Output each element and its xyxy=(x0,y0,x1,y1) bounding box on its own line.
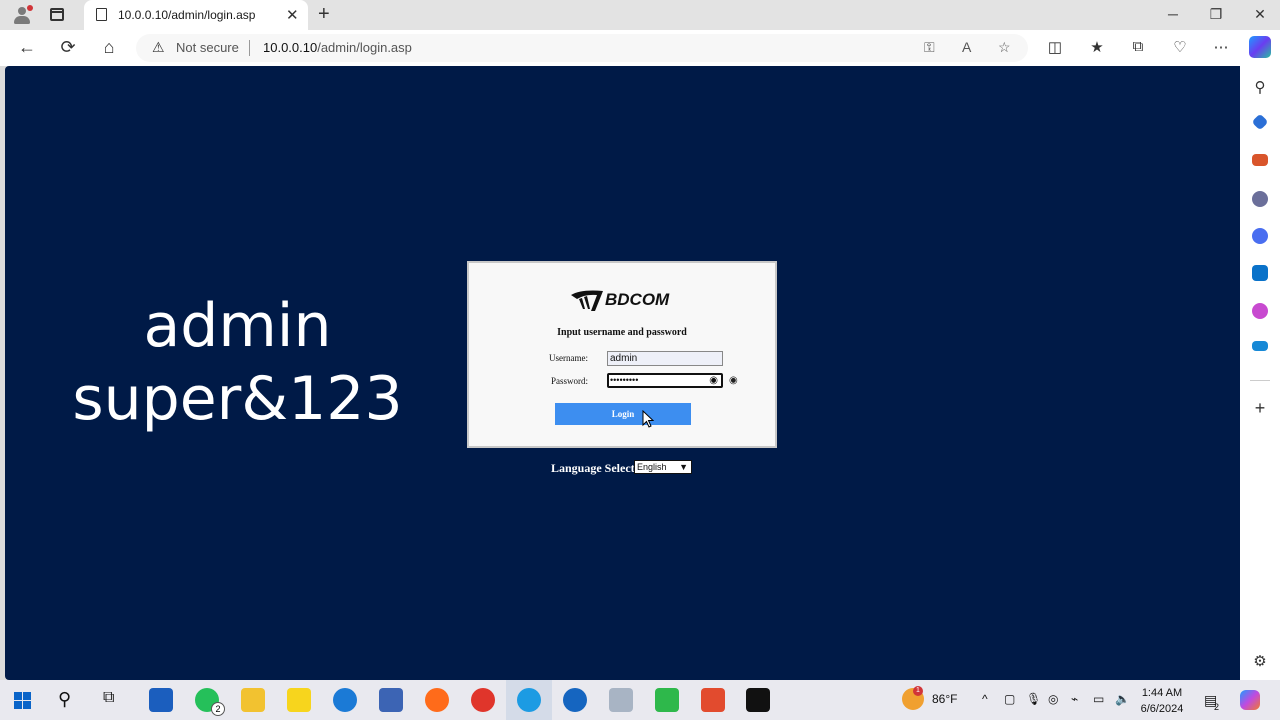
app-icon-blue[interactable] xyxy=(333,688,357,712)
reveal-password-icon[interactable]: ◉ xyxy=(709,375,718,386)
sticky-notes-icon[interactable] xyxy=(287,688,311,712)
password-field[interactable]: ••••••••• ◉ xyxy=(607,373,723,388)
word-icon[interactable] xyxy=(149,688,173,712)
collections-icon[interactable]: ⧉ xyxy=(1128,38,1148,55)
clock-time: 1:44 AM xyxy=(1141,687,1183,699)
tab-bar: 10.0.0.10/admin/login.asp ✕ + ─ ❐ ✕ xyxy=(0,0,1280,30)
copilot-icon[interactable] xyxy=(1249,36,1271,58)
app-icon-globe[interactable] xyxy=(563,688,587,712)
camtasia-icon[interactable] xyxy=(655,688,679,712)
taskbar: ⚲ ⧉ 2 1 86°F ^ ▢ 🎙 ◎ ⌁ ▭ 🔈 1:44 AM 6/6/2… xyxy=(0,680,1280,720)
battery-icon[interactable]: ▭ xyxy=(1093,692,1104,706)
app-icon-gray[interactable] xyxy=(609,688,633,712)
minimize-button[interactable]: ─ xyxy=(1163,6,1183,22)
search-icon[interactable]: ⚲ xyxy=(1250,78,1270,96)
back-button[interactable]: ← xyxy=(16,37,38,58)
security-label[interactable]: Not secure xyxy=(176,40,239,55)
language-label: Language Select: xyxy=(551,461,639,475)
refresh-button[interactable]: ⟳ xyxy=(57,37,79,58)
overlay-password: super&123 xyxy=(72,364,403,434)
tab-title: 10.0.0.10/admin/login.asp xyxy=(118,8,256,22)
clock[interactable]: 1:44 AM 6/6/2024 xyxy=(1134,685,1190,717)
app-icon-red[interactable] xyxy=(701,688,725,712)
split-screen-icon[interactable]: ◫ xyxy=(1045,38,1065,56)
file-explorer-icon[interactable] xyxy=(241,688,265,712)
settings-more-icon[interactable]: ⋯ xyxy=(1211,38,1231,56)
close-window-button[interactable]: ✕ xyxy=(1250,6,1270,23)
shopping-icon[interactable] xyxy=(1251,113,1269,131)
outlook-icon[interactable] xyxy=(1252,265,1268,281)
username-field[interactable]: admin xyxy=(607,351,723,366)
terminal-icon[interactable] xyxy=(746,688,770,712)
copilot-taskbar-icon[interactable] xyxy=(1240,690,1260,710)
firefox-icon[interactable] xyxy=(425,688,449,712)
mouse-cursor-icon xyxy=(642,410,654,428)
sidebar-divider xyxy=(1250,380,1270,381)
chrome-icon[interactable] xyxy=(471,688,495,712)
windows-start-icon[interactable] xyxy=(14,692,31,709)
login-prompt: Input username and password xyxy=(557,327,687,338)
show-password-icon[interactable]: ◉ xyxy=(729,375,738,386)
page-icon xyxy=(96,8,107,21)
address-bar-row: ← ⟳ ⌂ ⚠ Not secure 10.0.0.10/admin/login… xyxy=(0,30,1280,66)
url-path: /admin/login.asp xyxy=(317,40,412,55)
designer-icon[interactable] xyxy=(1252,303,1268,319)
brand-name: BDCOM xyxy=(605,290,670,309)
login-panel: BDCOM Input username and password Userna… xyxy=(467,261,777,448)
page-content: admin super&123 BDCOM Input username and… xyxy=(5,66,1240,680)
home-button[interactable]: ⌂ xyxy=(98,37,120,58)
bdcom-logo: BDCOM xyxy=(571,287,677,313)
search-taskbar-icon[interactable]: ⚲ xyxy=(58,689,71,710)
clock-date: 6/6/2024 xyxy=(1140,703,1184,715)
add-icon[interactable]: + xyxy=(1250,398,1270,419)
password-value: ••••••••• xyxy=(610,375,639,385)
profile-icon[interactable] xyxy=(12,5,33,25)
tab-active[interactable]: 10.0.0.10/admin/login.asp ✕ xyxy=(84,0,308,30)
tools-icon[interactable] xyxy=(1252,154,1268,166)
edge-icon[interactable] xyxy=(517,688,541,712)
chevron-down-icon: ▼ xyxy=(679,462,688,472)
tab-actions-icon[interactable] xyxy=(50,8,64,21)
send-icon[interactable] xyxy=(1252,341,1268,351)
url-host: 10.0.0.10 xyxy=(263,40,318,55)
username-label: Username: xyxy=(549,353,588,363)
whatsapp-badge: 2 xyxy=(211,702,225,716)
language-value: English xyxy=(637,462,667,472)
address-bar[interactable]: ⚠ Not secure 10.0.0.10/admin/login.asp ⚿… xyxy=(136,34,1028,62)
games-icon[interactable] xyxy=(1252,191,1268,207)
edge-sidebar: ⚲ + ⚙ xyxy=(1240,66,1280,680)
weather-badge: 1 xyxy=(913,686,923,696)
language-globe-icon[interactable]: ◎ xyxy=(1048,692,1058,706)
read-aloud-icon[interactable]: A xyxy=(962,39,971,55)
add-favorite-icon[interactable]: ☆ xyxy=(998,39,1011,56)
close-tab-icon[interactable]: ✕ xyxy=(286,6,299,24)
password-label: Password: xyxy=(551,376,589,386)
network-icon[interactable]: ⌁ xyxy=(1071,692,1078,706)
microsoft365-icon[interactable] xyxy=(1252,228,1268,244)
new-tab-button[interactable]: + xyxy=(318,3,330,26)
notification-badge: 2 xyxy=(1214,702,1220,712)
url-text[interactable]: 10.0.0.10/admin/login.asp xyxy=(263,40,412,55)
temperature[interactable]: 86°F xyxy=(932,692,957,706)
chevron-up-icon[interactable]: ^ xyxy=(982,692,988,706)
network-app-icon[interactable] xyxy=(379,688,403,712)
language-select[interactable]: English ▼ xyxy=(634,460,692,474)
divider xyxy=(249,40,250,56)
extensions-icon[interactable]: ♡ xyxy=(1170,38,1190,56)
gear-icon[interactable]: ⚙ xyxy=(1250,652,1270,670)
volume-icon[interactable]: 🔈 xyxy=(1115,692,1130,706)
key-icon[interactable]: ⚿ xyxy=(924,39,935,56)
meet-now-icon[interactable]: ▢ xyxy=(1004,692,1015,706)
login-button[interactable]: Login xyxy=(555,403,691,425)
microphone-icon[interactable]: 🎙 xyxy=(1026,692,1041,706)
warning-icon[interactable]: ⚠ xyxy=(152,39,165,56)
task-view-icon[interactable]: ⧉ xyxy=(103,689,114,707)
maximize-button[interactable]: ❐ xyxy=(1206,6,1226,23)
overlay-username: admin xyxy=(143,291,332,361)
favorites-icon[interactable]: ★ xyxy=(1087,38,1107,56)
bdcom-logo-icon xyxy=(571,290,603,311)
